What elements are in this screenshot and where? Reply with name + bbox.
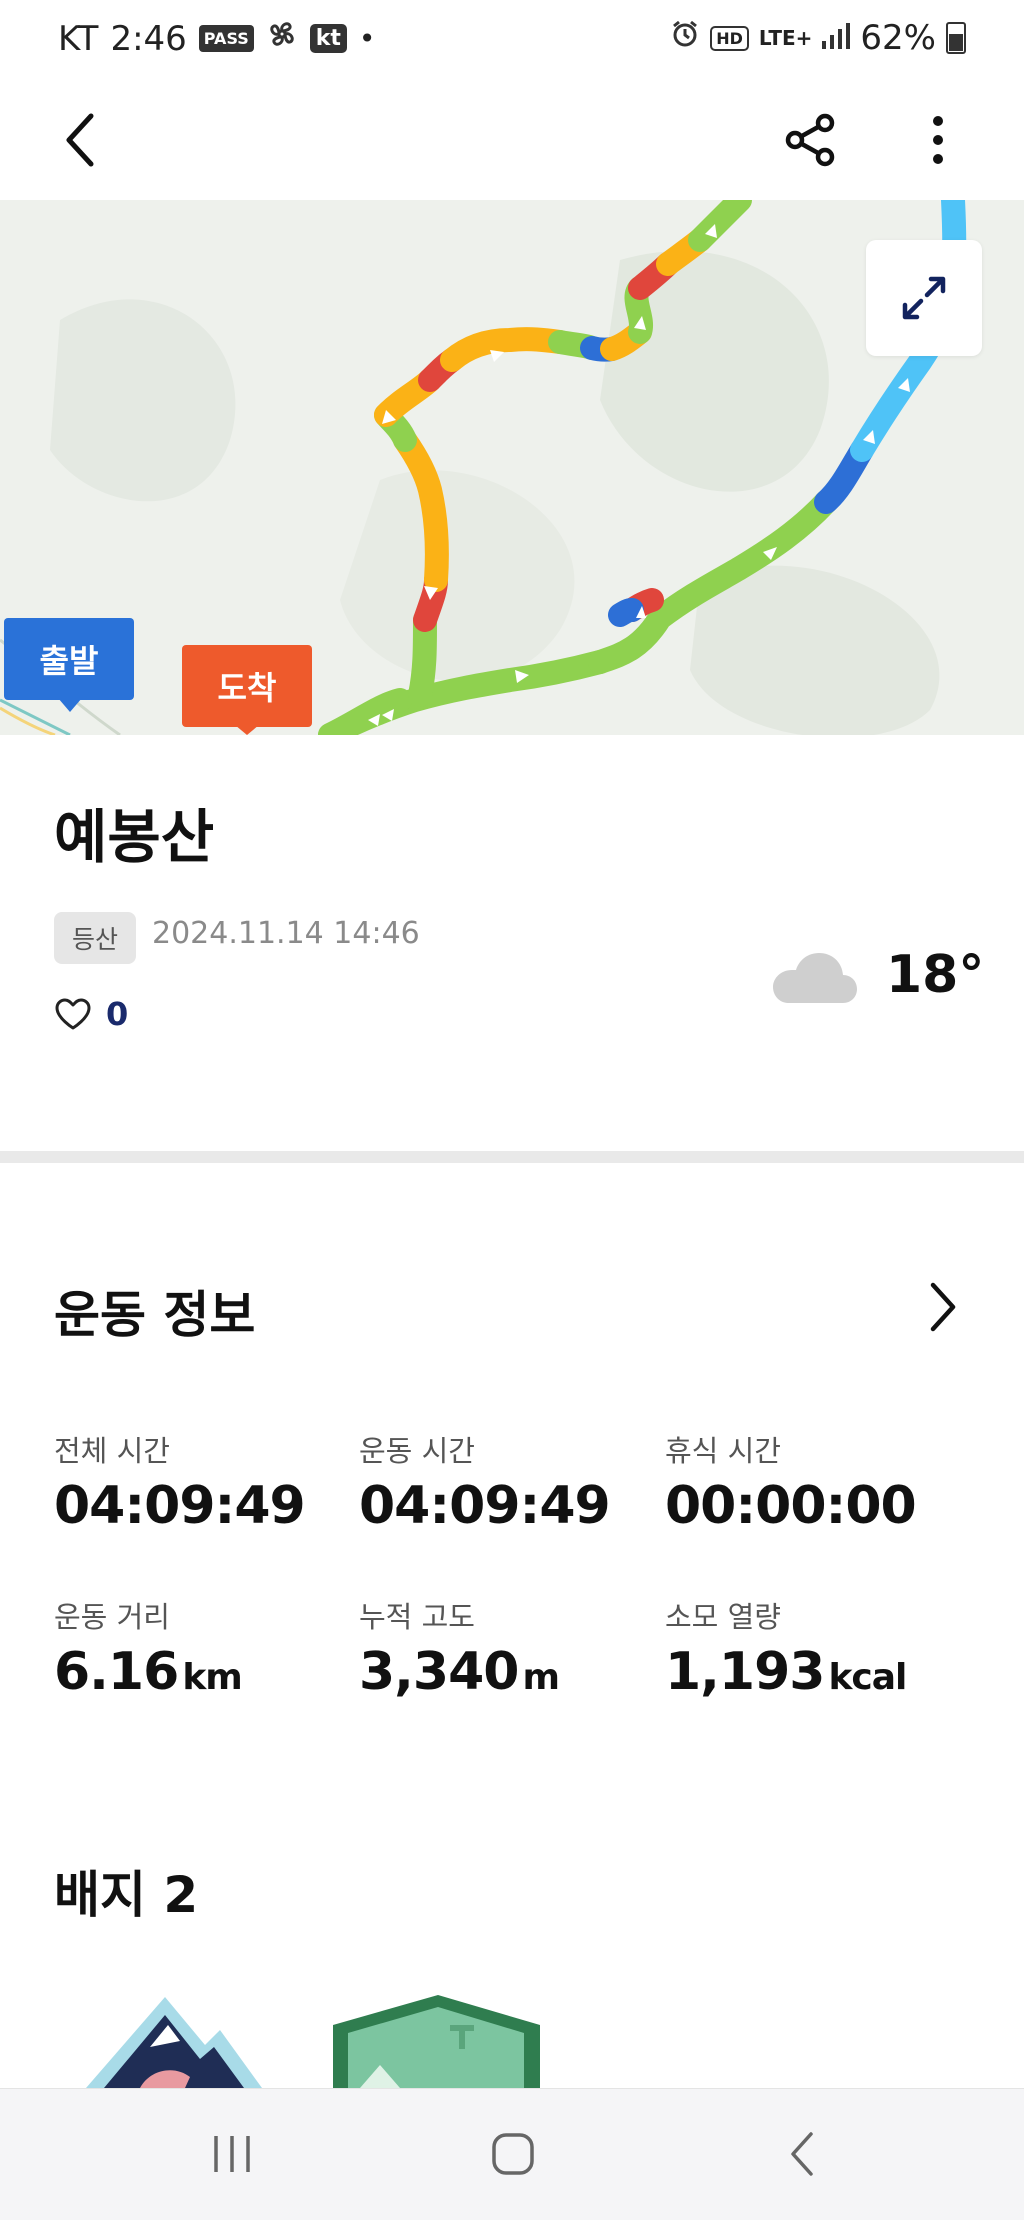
activity-title: 예봉산 bbox=[54, 803, 215, 871]
stat-label: 휴식 시간 bbox=[665, 1434, 781, 1468]
like-count: 0 bbox=[106, 995, 129, 1033]
stat-unit: km bbox=[182, 1657, 242, 1698]
back-button[interactable] bbox=[50, 100, 110, 180]
stat-rest-time: 휴식 시간 00:00:00 bbox=[665, 1428, 917, 1536]
like-row[interactable]: 0 bbox=[54, 995, 128, 1033]
start-marker-label: 출발 bbox=[39, 642, 99, 680]
stat-value: 1,193 kcal bbox=[665, 1642, 907, 1702]
expand-icon bbox=[902, 276, 946, 320]
temperature: 18° bbox=[886, 945, 985, 1005]
dot-icon: • bbox=[358, 22, 376, 55]
recent-apps-button[interactable] bbox=[192, 2119, 272, 2189]
carrier-label: KT bbox=[58, 18, 99, 59]
end-marker[interactable]: 도착 bbox=[182, 645, 312, 727]
stat-label: 누적 고도 bbox=[359, 1600, 475, 1634]
badges-list bbox=[0, 1985, 1024, 2088]
stat-number: 3,340 bbox=[359, 1642, 519, 1702]
stat-unit: kcal bbox=[828, 1657, 907, 1698]
share-button[interactable] bbox=[778, 100, 842, 180]
start-marker-pointer bbox=[58, 698, 82, 712]
status-right: HD LTE+ 62% bbox=[670, 18, 966, 58]
stat-value: 3,340 m bbox=[359, 1642, 560, 1702]
route-map[interactable]: 출발 도착 bbox=[0, 200, 1024, 735]
heart-icon[interactable] bbox=[54, 997, 92, 1031]
kt-icon: kt bbox=[309, 24, 347, 53]
mountain-badge[interactable] bbox=[86, 1997, 262, 2088]
status-bar: KT 2:46 PASS kt • HD LTE+ 62% bbox=[0, 0, 1024, 80]
battery-percent: 62% bbox=[860, 18, 936, 58]
stat-value: 04:09:49 bbox=[359, 1476, 611, 1536]
exercise-info-detail-button[interactable] bbox=[918, 1272, 968, 1342]
badges-canvas bbox=[86, 1995, 540, 2088]
chevron-right-icon bbox=[930, 1282, 956, 1332]
more-vertical-icon bbox=[933, 116, 943, 164]
share-icon bbox=[785, 113, 835, 167]
signal-icon bbox=[822, 18, 851, 58]
cloud-icon bbox=[773, 953, 857, 1003]
expand-map-button[interactable] bbox=[866, 240, 982, 356]
more-options-button[interactable] bbox=[910, 100, 966, 180]
battery-icon bbox=[946, 22, 966, 54]
weather-info: 18° bbox=[768, 945, 984, 1005]
network-type: LTE+ bbox=[758, 26, 813, 50]
stat-distance: 운동 거리 6.16 km bbox=[54, 1594, 243, 1702]
fan-icon bbox=[266, 18, 298, 59]
stat-unit: m bbox=[522, 1657, 560, 1698]
home-icon bbox=[492, 2133, 534, 2175]
activity-datetime: 2024.11.14 14:46 bbox=[152, 916, 420, 951]
stat-label: 운동 시간 bbox=[359, 1434, 475, 1468]
stat-label: 운동 거리 bbox=[54, 1600, 170, 1634]
stat-calories: 소모 열량 1,193 kcal bbox=[665, 1594, 907, 1702]
status-time: 2:46 bbox=[110, 18, 187, 59]
activity-type-tag: 등산 bbox=[54, 912, 137, 964]
start-marker[interactable]: 출발 bbox=[4, 618, 134, 700]
system-nav-bar bbox=[0, 2088, 1024, 2220]
stat-total-time: 전체 시간 04:09:49 bbox=[54, 1428, 306, 1536]
end-marker-pointer bbox=[235, 725, 259, 735]
stat-number: 1,193 bbox=[665, 1642, 825, 1702]
status-left: KT 2:46 PASS kt • bbox=[58, 18, 375, 59]
section-divider bbox=[0, 1151, 1024, 1163]
badges-title: 배지 2 bbox=[54, 1866, 199, 1924]
stat-elevation-gain: 누적 고도 3,340 m bbox=[359, 1594, 560, 1702]
hd-voice-icon: HD bbox=[710, 25, 749, 51]
system-back-button[interactable] bbox=[762, 2119, 842, 2189]
exercise-info-title: 운동 정보 bbox=[54, 1286, 256, 1344]
stat-label: 소모 열량 bbox=[665, 1600, 781, 1634]
top-app-bar bbox=[0, 80, 1024, 200]
stat-value: 04:09:49 bbox=[54, 1476, 306, 1536]
stat-value: 00:00:00 bbox=[665, 1476, 917, 1536]
recent-apps-icon bbox=[214, 2136, 250, 2172]
stat-value: 6.16 km bbox=[54, 1642, 243, 1702]
home-button[interactable] bbox=[473, 2119, 553, 2189]
back-arrow-icon bbox=[66, 113, 94, 167]
system-back-icon bbox=[791, 2132, 813, 2176]
end-marker-label: 도착 bbox=[217, 669, 277, 707]
alarm-icon bbox=[670, 18, 700, 58]
green-house-badge[interactable] bbox=[333, 1995, 540, 2088]
pass-icon: PASS bbox=[198, 25, 254, 52]
stat-label: 전체 시간 bbox=[54, 1434, 170, 1468]
stat-number: 6.16 bbox=[54, 1642, 179, 1702]
stat-exercise-time: 운동 시간 04:09:49 bbox=[359, 1428, 611, 1536]
